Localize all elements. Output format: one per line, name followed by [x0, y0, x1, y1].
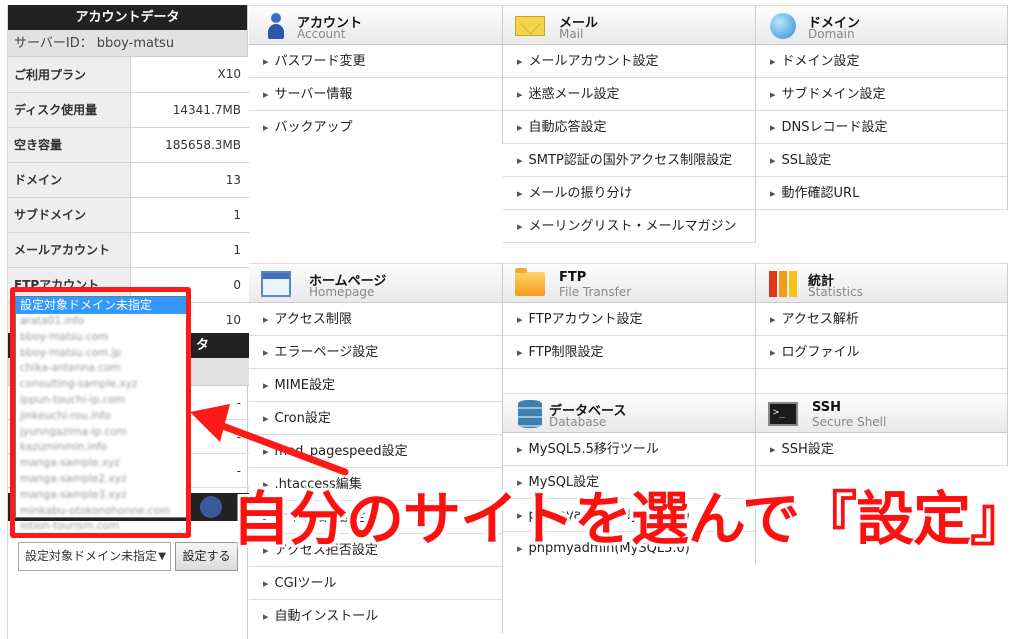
annotation-caption: 自分のサイトを選んで『設定』	[232, 485, 1014, 553]
arrow-head	[190, 404, 230, 442]
arrow-shaft	[208, 418, 349, 476]
